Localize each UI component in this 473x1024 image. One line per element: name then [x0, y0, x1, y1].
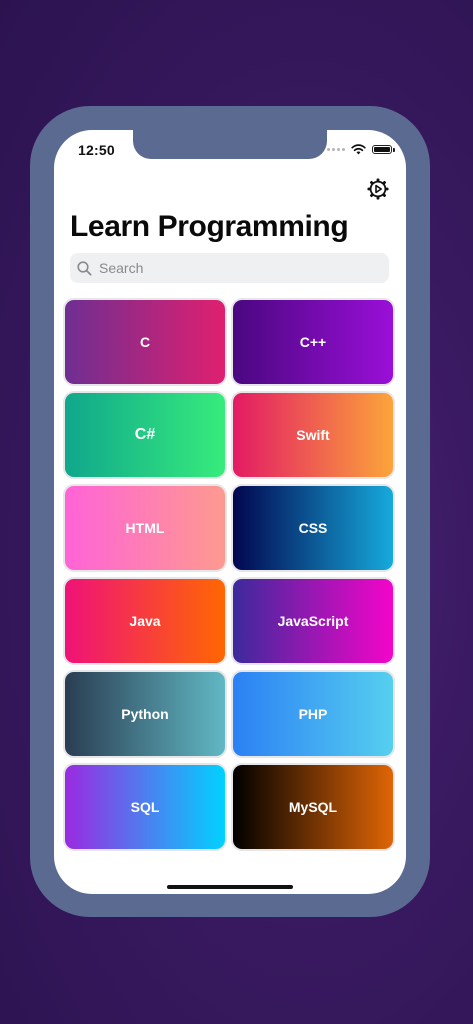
course-label: SQL: [130, 799, 160, 815]
course-label: HTML: [125, 520, 165, 536]
course-label: C#: [134, 426, 156, 443]
wifi-icon: [351, 144, 366, 155]
settings-button[interactable]: [366, 177, 390, 201]
search-icon: [77, 260, 92, 276]
course-card-csharp[interactable]: C#: [65, 393, 225, 477]
course-label: PHP: [298, 706, 328, 722]
course-grid: C C++ C# Swift HTML CSS Java JavaScript …: [65, 300, 395, 849]
course-label: C: [139, 334, 151, 350]
course-label: C++: [299, 334, 327, 350]
course-card-java[interactable]: Java: [65, 579, 225, 663]
course-card-c[interactable]: C: [65, 300, 225, 384]
gear-play-icon: [367, 178, 389, 200]
battery-icon: [372, 145, 395, 154]
course-label: JavaScript: [277, 613, 349, 629]
status-time: 12:50: [78, 142, 115, 158]
course-label: Python: [121, 706, 169, 722]
course-card-php[interactable]: PHP: [233, 672, 393, 756]
app-screen: 12:50 Learn Programming Search C C++ C# …: [54, 130, 406, 894]
search-bar[interactable]: [70, 253, 389, 283]
course-card-cpp[interactable]: C++: [233, 300, 393, 384]
status-icons: [327, 144, 395, 155]
course-card-swift[interactable]: Swift: [233, 393, 393, 477]
course-card-html[interactable]: HTML: [65, 486, 225, 570]
course-card-javascript[interactable]: JavaScript: [233, 579, 393, 663]
course-card-sql[interactable]: SQL: [65, 765, 225, 849]
home-indicator[interactable]: [167, 885, 293, 889]
cellular-signal-icon: [327, 148, 345, 151]
search-input[interactable]: [97, 259, 371, 277]
course-label: MySQL: [288, 799, 338, 815]
course-card-python[interactable]: Python: [65, 672, 225, 756]
course-label: CSS: [298, 520, 328, 536]
page-title: Learn Programming: [70, 210, 349, 243]
course-label: Java: [129, 613, 161, 629]
course-card-mysql[interactable]: MySQL: [233, 765, 393, 849]
course-label: Swift: [296, 427, 330, 443]
course-card-css[interactable]: CSS: [233, 486, 393, 570]
device-notch: [133, 130, 327, 159]
